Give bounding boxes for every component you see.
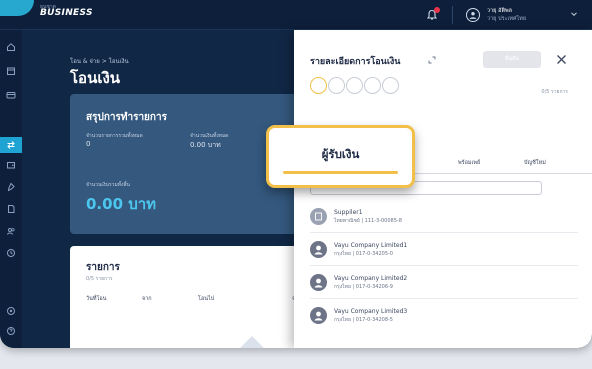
notification-badge: [434, 7, 440, 13]
summary-total-value: 0.00 บาท: [86, 195, 157, 213]
tab-promptpay[interactable]: พร้อมเพย์: [458, 159, 480, 167]
summary-fee-label: จำนวนเงินทั้งหมด: [190, 133, 229, 139]
row-divider: [310, 298, 578, 299]
avatar[interactable]: [466, 8, 480, 22]
recipient-row[interactable]: Vayu Company Limited3 กรุงไทย | 017-0-34…: [294, 301, 592, 331]
calendar-icon[interactable]: [6, 66, 16, 76]
step-3[interactable]: [346, 77, 363, 94]
close-icon[interactable]: [556, 54, 567, 65]
settings-icon[interactable]: [6, 306, 16, 316]
recipient-account: กรุงไทย | 017-0-34208-5: [334, 317, 393, 323]
expand-icon[interactable]: [428, 56, 436, 64]
step-2[interactable]: [328, 77, 345, 94]
list-subtitle: 0/5 รายการ: [86, 276, 113, 282]
step-1[interactable]: [310, 77, 327, 94]
step-count: 0/5 รายการ: [541, 89, 568, 95]
user-icon-glyph: [314, 245, 323, 255]
summary-total-label: จำนวนเงินรวมทั้งสิ้น: [86, 182, 130, 188]
card-icon[interactable]: [6, 90, 16, 100]
top-bar: ธนชาต BUSINESS วายุ อัติพล วายุ ประเทศไท…: [0, 0, 592, 30]
breadcrumb[interactable]: โอน & จ่าย > โอนเงิน: [70, 56, 129, 66]
transfer-detail-panel: รายละเอียดการโอนเงิน ยืนยัน 0/5 รายการ พ…: [294, 30, 592, 348]
callout-label: ผู้รับเงิน: [321, 147, 360, 161]
recipient-row[interactable]: Vayu Company Limited2 กรุงไทย | 017-0-34…: [294, 268, 592, 298]
recipient-tab-callout[interactable]: ผู้รับเงิน: [266, 125, 415, 188]
wallet-icon[interactable]: [6, 160, 16, 170]
recipient-name: Vayu Company Limited3: [334, 308, 408, 315]
row-divider: [310, 232, 578, 233]
list-pointer: [240, 336, 264, 348]
recipient-account: กรุงไทย | 017-0-34205-0: [334, 251, 393, 257]
transaction-list: รายการ 0/5 รายการ วันที่โอน จาก โอนไป จ: [70, 246, 302, 348]
user-info[interactable]: วายุ อัติพล วายุ ประเทศไทย: [487, 7, 526, 23]
user-name: วายุ อัติพล: [487, 8, 513, 14]
document-icon[interactable]: [6, 204, 16, 214]
column-header-date[interactable]: วันที่โอน: [86, 295, 107, 303]
step-4[interactable]: [364, 77, 381, 94]
user-company: วายุ ประเทศไทย: [487, 16, 527, 22]
summary-title: สรุปการทำรายการ: [86, 112, 167, 123]
callout-underline: [283, 171, 398, 174]
topbar-divider: [452, 6, 453, 24]
transfer-icon[interactable]: [6, 140, 16, 150]
summary-count-label: จำนวนรายการรวมทั้งหมด: [86, 133, 143, 139]
panel-title: รายละเอียดการโอนเงิน: [310, 57, 401, 67]
list-title: รายการ: [86, 262, 120, 273]
recipient-row[interactable]: Vayu Company Limited1 กรุงไทย | 017-0-34…: [294, 235, 592, 265]
recipient-name: Vayu Company Limited1: [334, 242, 408, 249]
recipient-name: Suppiler1: [334, 209, 363, 216]
building-icon-glyph: [315, 212, 322, 221]
tab-new-account[interactable]: บัญชีใหม่: [524, 159, 546, 167]
confirm-button[interactable]: ยืนยัน: [483, 51, 541, 68]
recipient-account: ไทยพาณิชย์ | 111-3-00085-8: [334, 218, 402, 224]
side-nav: [0, 30, 22, 348]
recipient-name: Vayu Company Limited2: [334, 275, 408, 282]
user-icon-glyph: [314, 311, 323, 321]
column-header-to[interactable]: โอนไป: [198, 295, 214, 303]
chevron-down-icon[interactable]: [570, 10, 578, 18]
row-divider: [310, 265, 578, 266]
help-icon[interactable]: [6, 326, 16, 336]
column-header-from[interactable]: จาก: [142, 295, 152, 303]
pin-icon[interactable]: [6, 182, 16, 192]
summary-fee-value: 0.00 บาท: [190, 141, 221, 149]
user-icon-glyph: [314, 278, 323, 288]
clock-icon[interactable]: [6, 248, 16, 258]
recipient-account: กรุงไทย | 017-0-34206-9: [334, 284, 393, 290]
page-title: โอนเงิน: [70, 69, 121, 87]
summary-count-value: 0: [86, 140, 91, 148]
step-5[interactable]: [382, 77, 399, 94]
home-icon[interactable]: [6, 42, 16, 52]
recipient-row[interactable]: Suppiler1 ไทยพาณิชย์ | 111-3-00085-8: [294, 202, 592, 232]
brand-logo[interactable]: BUSINESS: [40, 8, 93, 18]
users-icon[interactable]: [6, 226, 16, 236]
